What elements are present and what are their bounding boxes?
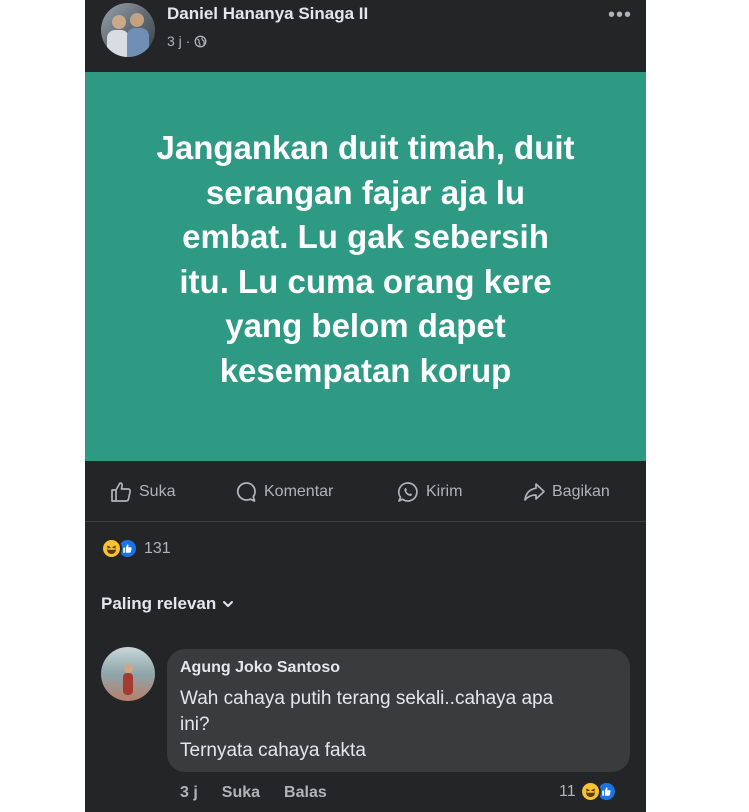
chevron-down-icon	[223, 601, 234, 607]
post-text-line: itu. Lu cuma orang kere	[179, 262, 552, 300]
comment-action-row: 3 j Suka Balas	[180, 784, 327, 802]
comment-sort-label: Paling relevan	[101, 594, 217, 613]
like-button-label: Suka	[139, 483, 176, 500]
comment-text-line: ini?	[180, 714, 210, 735]
comment-button-label: Komentar	[264, 483, 334, 500]
comment-author-name[interactable]: Agung Joko Santoso	[180, 659, 340, 677]
post-text: Jangankan duit timah, duit serangan faja…	[116, 126, 616, 393]
comment-text: Wah cahaya putih terang sekali..cahaya a…	[180, 686, 620, 764]
post-meta: 3 j ·	[167, 33, 207, 49]
comment-text-line: Ternyata cahaya fakta	[180, 740, 366, 761]
commenter-avatar[interactable]	[101, 647, 155, 701]
globe-icon	[194, 35, 207, 47]
post-action-bar: Suka Komentar Kirim Bagikan	[85, 461, 646, 522]
whatsapp-icon	[397, 482, 418, 502]
send-button[interactable]: Kirim	[396, 480, 462, 504]
reaction-count: 131	[144, 539, 171, 557]
comment-bubble: Agung Joko Santoso Wah cahaya putih tera…	[167, 649, 630, 772]
comment-reaction-summary[interactable]: 11	[559, 781, 617, 802]
share-arrow-icon	[524, 483, 545, 501]
post-header: Daniel Hananya Sinaga II 3 j · •••	[85, 0, 646, 72]
more-options-icon[interactable]: •••	[608, 4, 632, 27]
comment-like-button[interactable]: Suka	[222, 784, 260, 802]
reaction-summary[interactable]: 131	[101, 538, 171, 559]
author-avatar[interactable]	[101, 3, 155, 57]
like-button[interactable]: Suka	[109, 480, 175, 504]
post-card: Daniel Hananya Sinaga II 3 j · ••• Janga…	[85, 0, 646, 812]
post-background: Jangankan duit timah, duit serangan faja…	[85, 72, 646, 461]
comment-time[interactable]: 3 j	[180, 784, 198, 802]
comment-sort-dropdown[interactable]: Paling relevan	[101, 594, 234, 614]
comment-bubble-icon	[236, 482, 256, 502]
comment-reply-button[interactable]: Balas	[284, 784, 327, 802]
post-text-line: serangan fajar aja lu	[205, 173, 526, 211]
comment-text-line: Wah cahaya putih terang sekali..cahaya a…	[180, 688, 554, 709]
share-button-label: Bagikan	[552, 483, 610, 500]
post-text-line: yang belom dapet	[225, 307, 506, 344]
haha-emoji-icon	[101, 538, 122, 559]
haha-emoji-icon	[579, 781, 601, 802]
post-text-line: kesempatan korup	[219, 351, 512, 389]
thumbs-up-icon	[111, 482, 131, 502]
send-button-label: Kirim	[426, 483, 463, 500]
post-text-line: embat. Lu gak sebersih	[182, 218, 549, 255]
share-button[interactable]: Bagikan	[522, 480, 610, 504]
comment-button[interactable]: Komentar	[234, 480, 333, 504]
comment-reaction-count: 11	[559, 782, 576, 800]
post-time[interactable]: 3 j ·	[167, 33, 190, 49]
post-text-line: Jangankan duit timah, duit	[156, 129, 575, 166]
post-author-name[interactable]: Daniel Hananya Sinaga II	[167, 4, 368, 24]
